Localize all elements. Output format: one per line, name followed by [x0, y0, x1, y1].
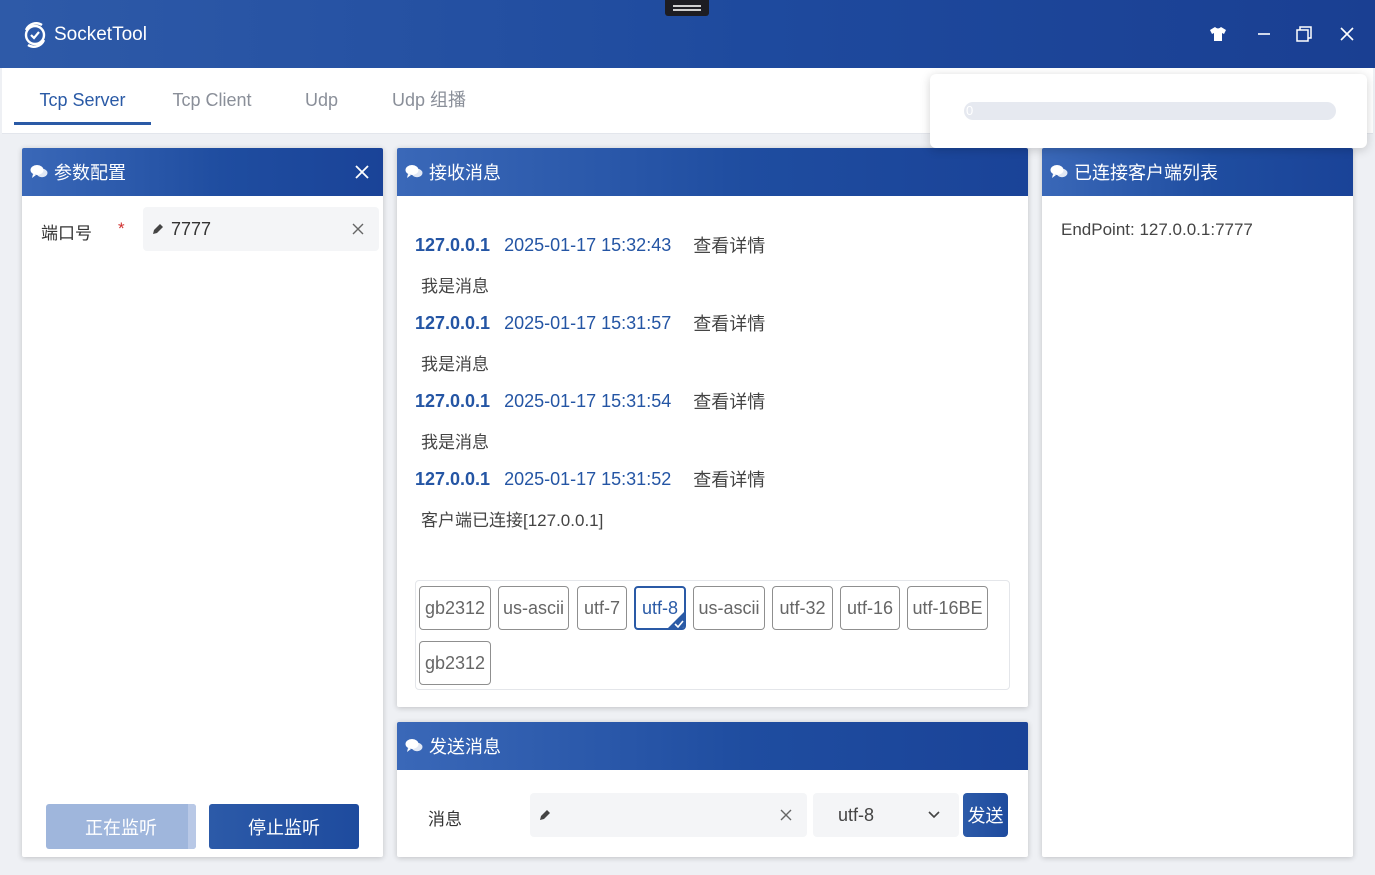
tab-udp[interactable]: Udp	[284, 86, 359, 126]
send-panel: 发送消息 消息 utf-8 发送	[397, 722, 1028, 857]
skin-button[interactable]	[1206, 22, 1230, 46]
active-tab-indicator	[14, 122, 151, 125]
close-icon[interactable]	[353, 163, 371, 181]
title-bar: SocketTool	[0, 0, 1375, 68]
chat-icon	[1050, 165, 1068, 178]
params-panel: 参数配置 端口号 * 正在监听 停止监听	[22, 148, 383, 857]
message-meta: 127.0.0.1 2025-01-17 15:32:43 查看详情	[415, 226, 1015, 264]
restore-icon	[1296, 26, 1312, 42]
encoding-selector: gb2312 us-ascii utf-7 utf-8 us-ascii utf…	[415, 580, 1010, 690]
minimize-icon	[1258, 33, 1270, 35]
close-button[interactable]	[1335, 22, 1359, 46]
message-ip: 127.0.0.1	[415, 234, 491, 255]
encoding-option[interactable]: utf-32	[772, 586, 833, 630]
chat-icon	[405, 739, 423, 752]
message-label: 消息	[428, 810, 462, 829]
encoding-option[interactable]: utf-16BE	[907, 586, 988, 630]
progress-label: 0	[966, 103, 974, 118]
encoding-option[interactable]: utf-7	[577, 586, 627, 630]
message-time: 2025-01-17 15:31:57	[504, 312, 672, 333]
minimize-button[interactable]	[1252, 22, 1276, 46]
message-time: 2025-01-17 15:31:54	[504, 390, 672, 411]
chevron-down-icon	[928, 811, 940, 819]
app-logo-icon	[24, 22, 46, 48]
params-panel-header: 参数配置	[22, 148, 383, 196]
clear-icon[interactable]	[779, 808, 793, 822]
pencil-icon	[540, 810, 550, 820]
message-body: 我是消息	[421, 276, 489, 296]
send-panel-title: 发送消息	[429, 737, 501, 757]
message-field[interactable]	[530, 793, 807, 837]
view-details-link[interactable]: 查看详情	[693, 388, 765, 414]
message-ip: 127.0.0.1	[415, 390, 491, 411]
tab-udp-multicast[interactable]: Udp 组播	[374, 86, 484, 126]
restore-button[interactable]	[1292, 22, 1316, 46]
pencil-icon	[153, 224, 163, 234]
view-details-link[interactable]: 查看详情	[693, 310, 765, 336]
message-ip: 127.0.0.1	[415, 468, 491, 489]
message-meta: 127.0.0.1 2025-01-17 15:31:52 查看详情	[415, 460, 1015, 498]
chat-icon	[30, 165, 48, 178]
clients-panel-title: 已连接客户端列表	[1074, 163, 1218, 183]
encoding-option[interactable]: gb2312	[419, 586, 491, 630]
chat-icon	[405, 165, 423, 178]
receive-panel-title: 接收消息	[429, 163, 501, 183]
encoding-select-value: utf-8	[838, 804, 875, 825]
message-list: 127.0.0.1 2025-01-17 15:32:43 查看详情 我是消息 …	[415, 226, 1015, 538]
clients-panel-header: 已连接客户端列表	[1042, 148, 1353, 196]
send-button[interactable]: 发送	[963, 793, 1008, 837]
port-label: 端口号	[41, 224, 92, 243]
listening-button[interactable]: 正在监听	[46, 804, 196, 849]
stop-listening-button[interactable]: 停止监听	[209, 804, 359, 849]
view-details-link[interactable]: 查看详情	[693, 232, 765, 258]
drag-handle[interactable]	[665, 0, 709, 16]
close-icon	[1340, 27, 1354, 41]
client-list-item[interactable]: EndPoint: 127.0.0.1:7777	[1061, 220, 1253, 240]
message-input[interactable]	[558, 793, 771, 837]
send-panel-header: 发送消息	[397, 722, 1028, 770]
message-time: 2025-01-17 15:31:52	[504, 468, 672, 489]
encoding-option[interactable]: us-ascii	[693, 586, 765, 630]
progress-bar: 0	[964, 102, 1336, 120]
message-meta: 127.0.0.1 2025-01-17 15:31:54 查看详情	[415, 382, 1015, 420]
encoding-option[interactable]: gb2312	[419, 641, 491, 685]
message-body: 客户端已连接[127.0.0.1]	[421, 510, 604, 530]
check-icon	[668, 612, 684, 628]
port-input[interactable]	[171, 207, 343, 251]
tab-tcp-client[interactable]: Tcp Client	[157, 86, 267, 126]
tab-tcp-server[interactable]: Tcp Server	[14, 86, 151, 126]
message-body: 我是消息	[421, 432, 489, 452]
params-panel-title: 参数配置	[54, 163, 126, 183]
shirt-icon	[1210, 27, 1226, 41]
required-mark: *	[118, 219, 125, 238]
message-meta: 127.0.0.1 2025-01-17 15:31:57 查看详情	[415, 304, 1015, 342]
encoding-option-selected[interactable]: utf-8	[634, 586, 686, 630]
view-details-link[interactable]: 查看详情	[693, 466, 765, 492]
clear-icon[interactable]	[351, 222, 365, 236]
encoding-option[interactable]: utf-16	[840, 586, 900, 630]
message-time: 2025-01-17 15:32:43	[504, 234, 672, 255]
receive-panel-header: 接收消息	[397, 148, 1028, 196]
app-title: SocketTool	[54, 24, 147, 45]
port-field[interactable]	[143, 207, 379, 251]
clients-panel: 已连接客户端列表 EndPoint: 127.0.0.1:7777	[1042, 148, 1353, 857]
message-ip: 127.0.0.1	[415, 312, 491, 333]
message-body: 我是消息	[421, 354, 489, 374]
encoding-option[interactable]: us-ascii	[498, 586, 569, 630]
progress-popup: 0	[930, 74, 1367, 148]
receive-panel: 接收消息 127.0.0.1 2025-01-17 15:32:43 查看详情 …	[397, 148, 1028, 707]
encoding-select[interactable]: utf-8	[813, 793, 959, 837]
